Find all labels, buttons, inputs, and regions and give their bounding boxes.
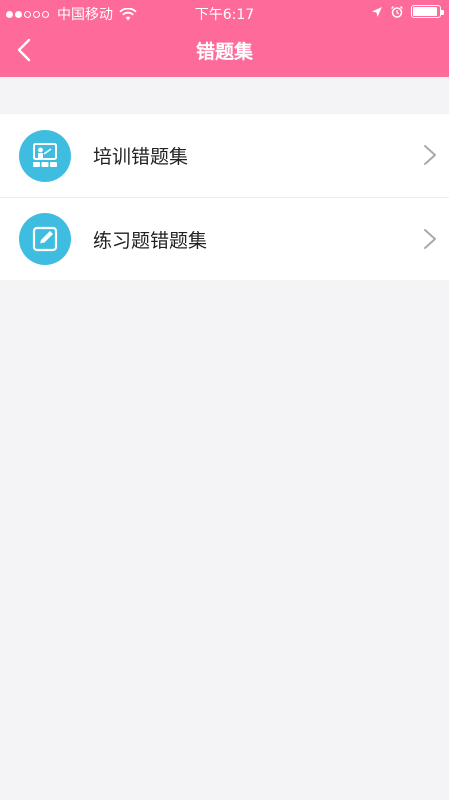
chevron-right-icon bbox=[424, 229, 436, 249]
list-item-training-errors[interactable]: 培训错题集 bbox=[0, 114, 449, 197]
edit-note-icon bbox=[19, 213, 71, 265]
training-board-icon bbox=[19, 129, 71, 182]
battery-icon bbox=[411, 5, 444, 18]
error-set-list: 培训错题集 练习题错题集 bbox=[0, 114, 449, 280]
chevron-right-icon bbox=[424, 145, 436, 165]
status-bar: 中国移动 下午6:17 bbox=[0, 0, 449, 24]
alarm-clock-icon bbox=[391, 5, 403, 18]
page-title: 错题集 bbox=[195, 41, 253, 63]
battery-tip bbox=[441, 10, 444, 15]
header: 中国移动 下午6:17 错题集 bbox=[0, 0, 449, 77]
list-item-practice-errors[interactable]: 练习题错题集 bbox=[0, 197, 449, 280]
location-arrow-icon bbox=[372, 6, 382, 17]
battery-fill bbox=[413, 7, 437, 16]
status-right bbox=[371, 5, 444, 18]
nav-bar: 错题集 bbox=[0, 24, 449, 77]
list-item-label: 培训错题集 bbox=[93, 146, 189, 168]
list-item-label: 练习题错题集 bbox=[93, 229, 208, 252]
